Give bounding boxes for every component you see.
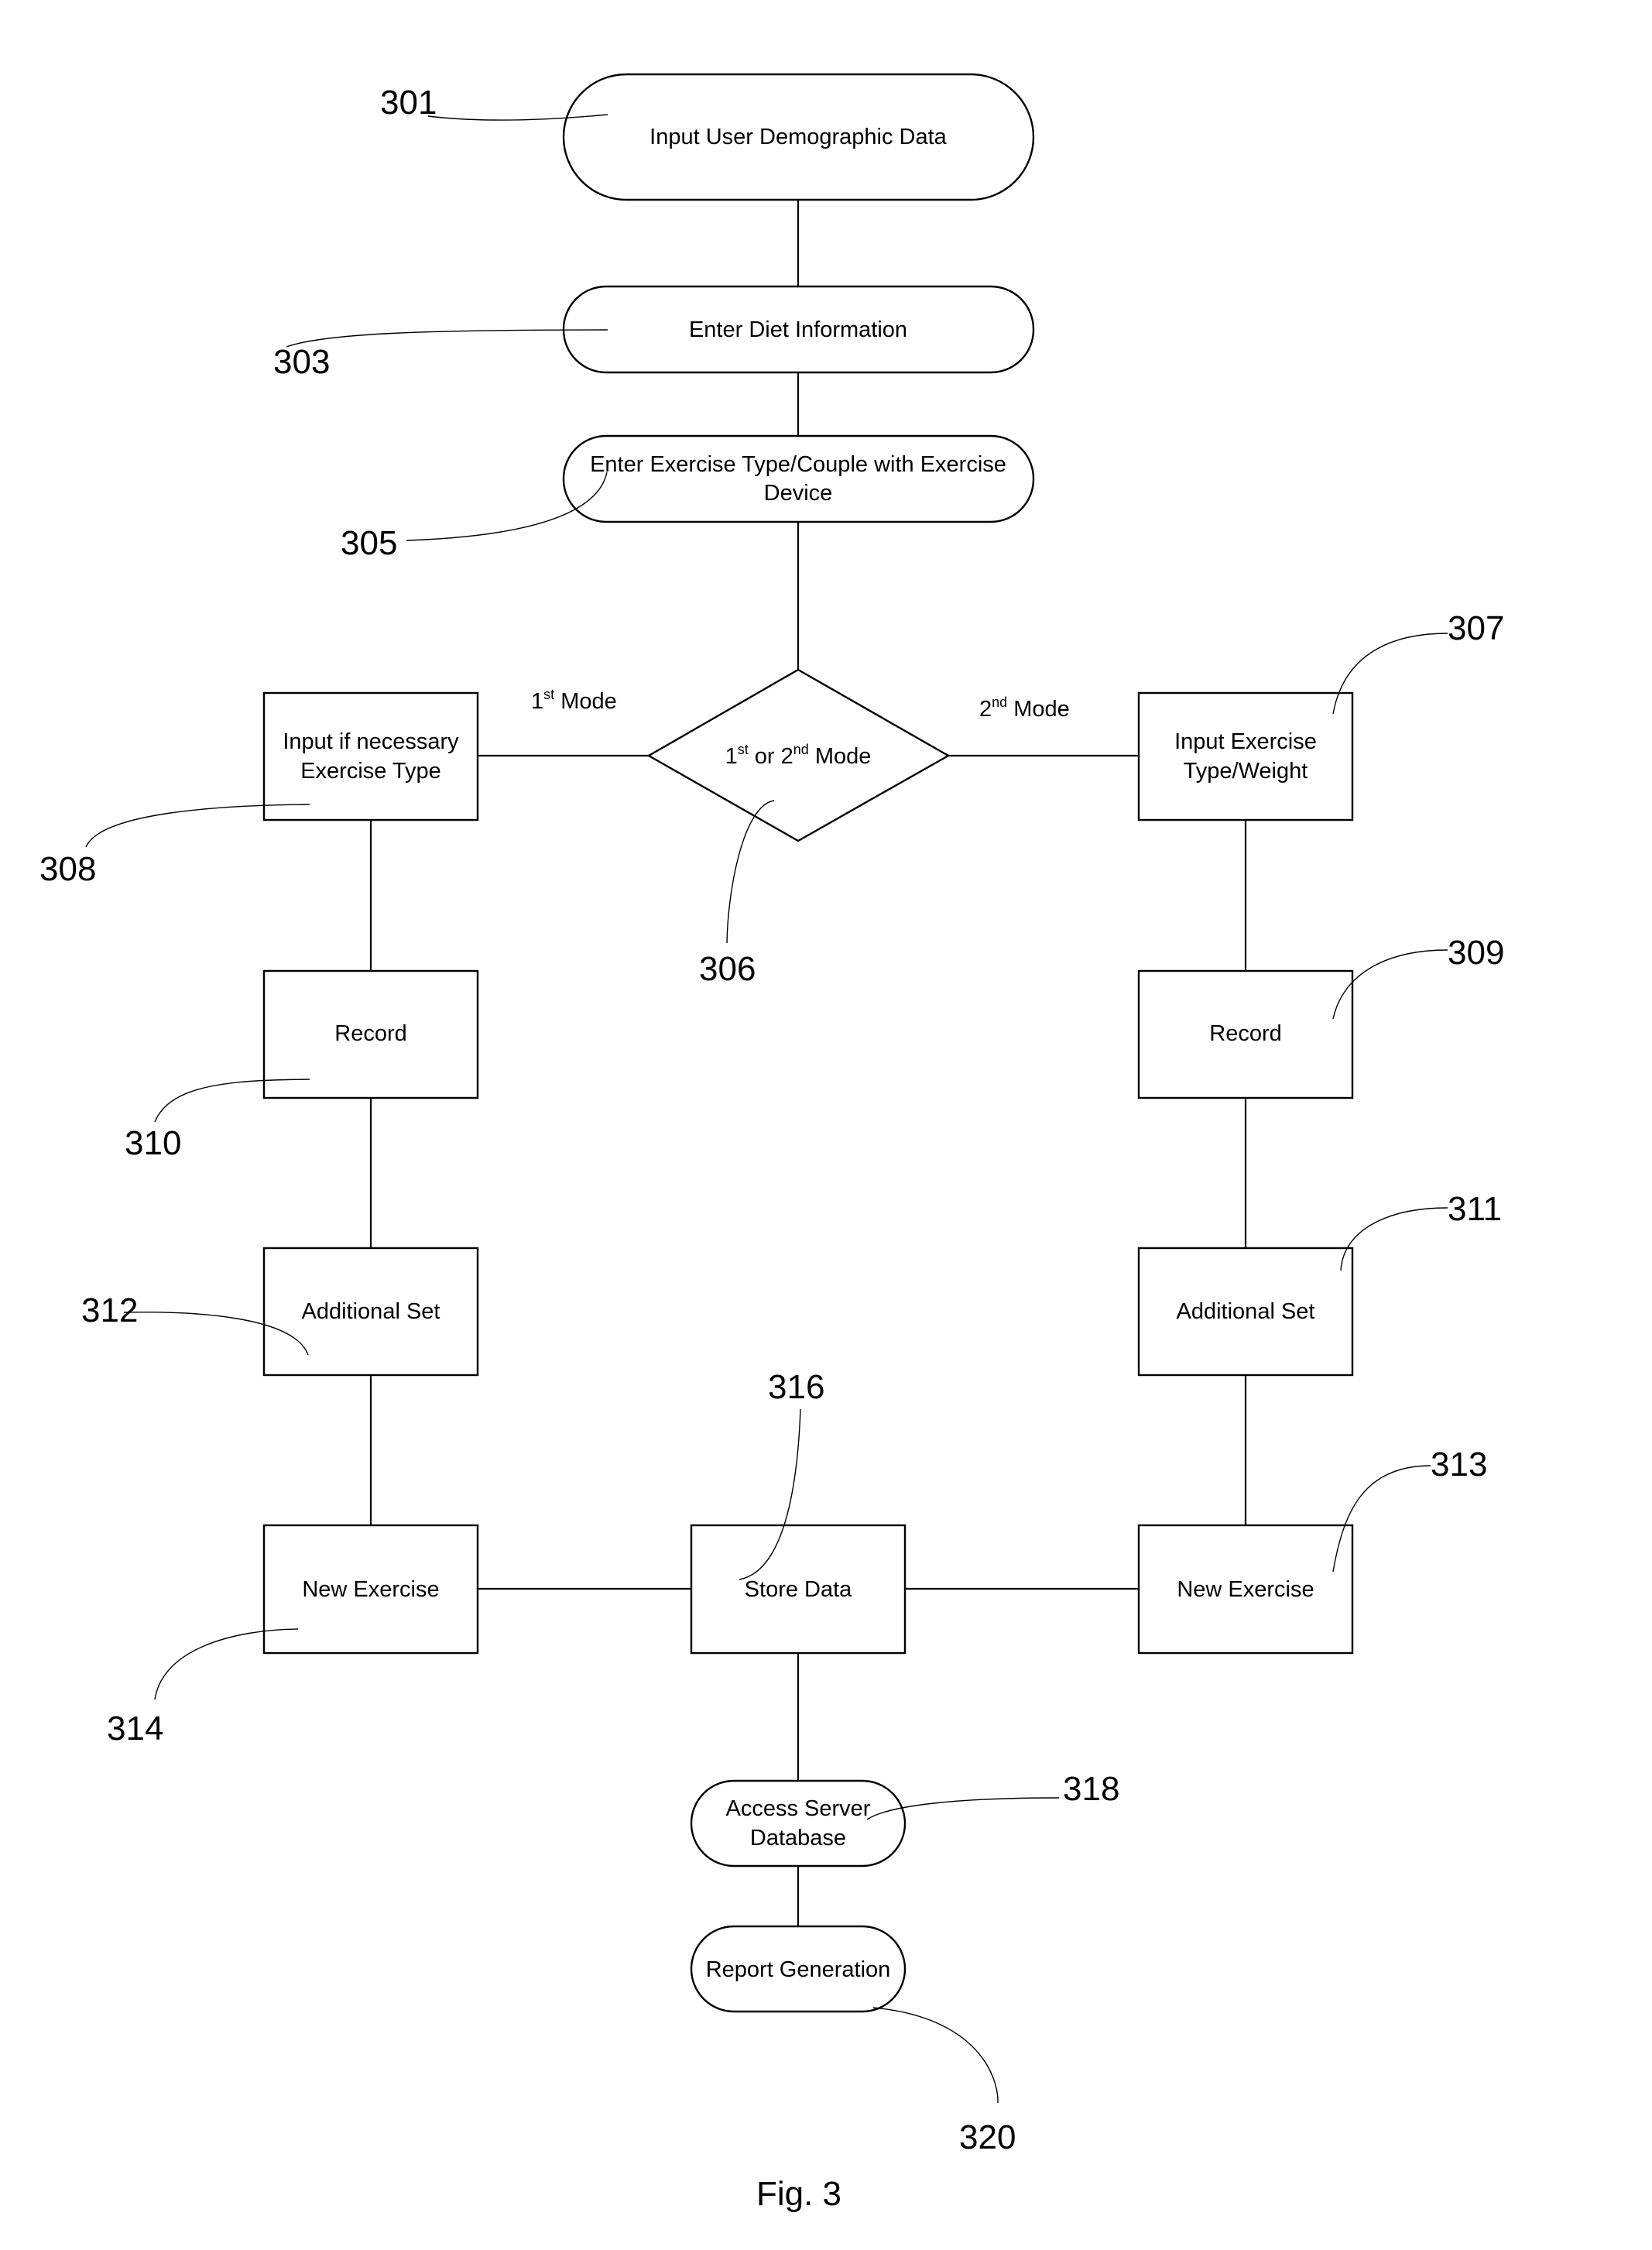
process-box [262, 691, 479, 821]
node-306-decision: 1st or 2nd Mode [646, 668, 951, 842]
node-label: Record [1209, 1021, 1282, 1046]
node-301: Input User Demographic Data [562, 73, 1035, 201]
node-label-line-2: Database [750, 1826, 846, 1850]
node-label-line-2: Device [764, 481, 833, 506]
node-308: Input if necessary Exercise Type [262, 691, 479, 821]
node-309: Record [1137, 969, 1354, 1099]
terminator-shape [690, 1779, 907, 1868]
ref-314: 314 [107, 1710, 163, 1748]
node-316: Store Data [690, 1524, 907, 1655]
branch-label-second-mode: 2nd Mode [979, 695, 1070, 722]
node-label-line-1: Input if necessary [283, 729, 459, 754]
node-312: Additional Set [262, 1247, 479, 1377]
node-label: Input User Demographic Data [649, 125, 947, 149]
leader-303 [286, 329, 608, 348]
node-label-line-1: Input Exercise [1174, 729, 1317, 754]
node-303: Enter Diet Information [562, 285, 1035, 374]
node-label: Record [334, 1021, 407, 1046]
node-label: Report Generation [706, 1957, 891, 1982]
node-label: Additional Set [1177, 1299, 1315, 1324]
ref-308: 308 [39, 850, 96, 888]
node-label-line-2: Exercise Type [300, 759, 441, 784]
terminator-shape [562, 434, 1035, 523]
node-314: New Exercise [262, 1524, 479, 1655]
leader-311 [1340, 1207, 1448, 1271]
ref-310: 310 [125, 1124, 181, 1162]
node-label: Enter Diet Information [689, 317, 907, 342]
node-label: Additional Set [302, 1299, 440, 1324]
node-label: New Exercise [1177, 1577, 1314, 1602]
figure-caption: Fig. 3 [756, 2175, 841, 2213]
node-310: Record [262, 969, 479, 1099]
ref-306: 306 [699, 950, 756, 988]
ref-309: 309 [1448, 934, 1504, 972]
node-318: Access Server Database [690, 1779, 907, 1868]
node-313: New Exercise [1137, 1524, 1354, 1655]
node-305: Enter Exercise Type/Couple with Exercise… [562, 434, 1035, 523]
leader-320 [872, 2007, 999, 2104]
node-311: Additional Set [1137, 1247, 1354, 1377]
branch-label-first-mode: 1st Mode [531, 687, 617, 714]
node-320: Report Generation [690, 1925, 907, 2013]
ref-301: 301 [380, 84, 437, 122]
ref-313: 313 [1431, 1446, 1487, 1483]
node-label: Store Data [745, 1577, 852, 1602]
ref-312: 312 [81, 1291, 138, 1329]
ref-318: 318 [1063, 1770, 1119, 1808]
node-label-line-1: Access Server [726, 1796, 871, 1821]
ref-307: 307 [1448, 609, 1504, 647]
ref-305: 305 [341, 524, 397, 562]
node-label: New Exercise [302, 1577, 439, 1602]
node-label-line-1: Enter Exercise Type/Couple with Exercise [590, 452, 1006, 477]
process-box [1137, 691, 1354, 821]
flowchart-fig3: Input User Demographic Data Enter Diet I… [39, 73, 1504, 2213]
ref-316: 316 [768, 1368, 824, 1406]
node-307: Input Exercise Type/Weight [1137, 691, 1354, 821]
ref-311: 311 [1448, 1190, 1502, 1228]
node-label-line-2: Type/Weight [1184, 759, 1308, 784]
ref-303: 303 [273, 343, 330, 381]
ref-320: 320 [959, 2118, 1016, 2156]
